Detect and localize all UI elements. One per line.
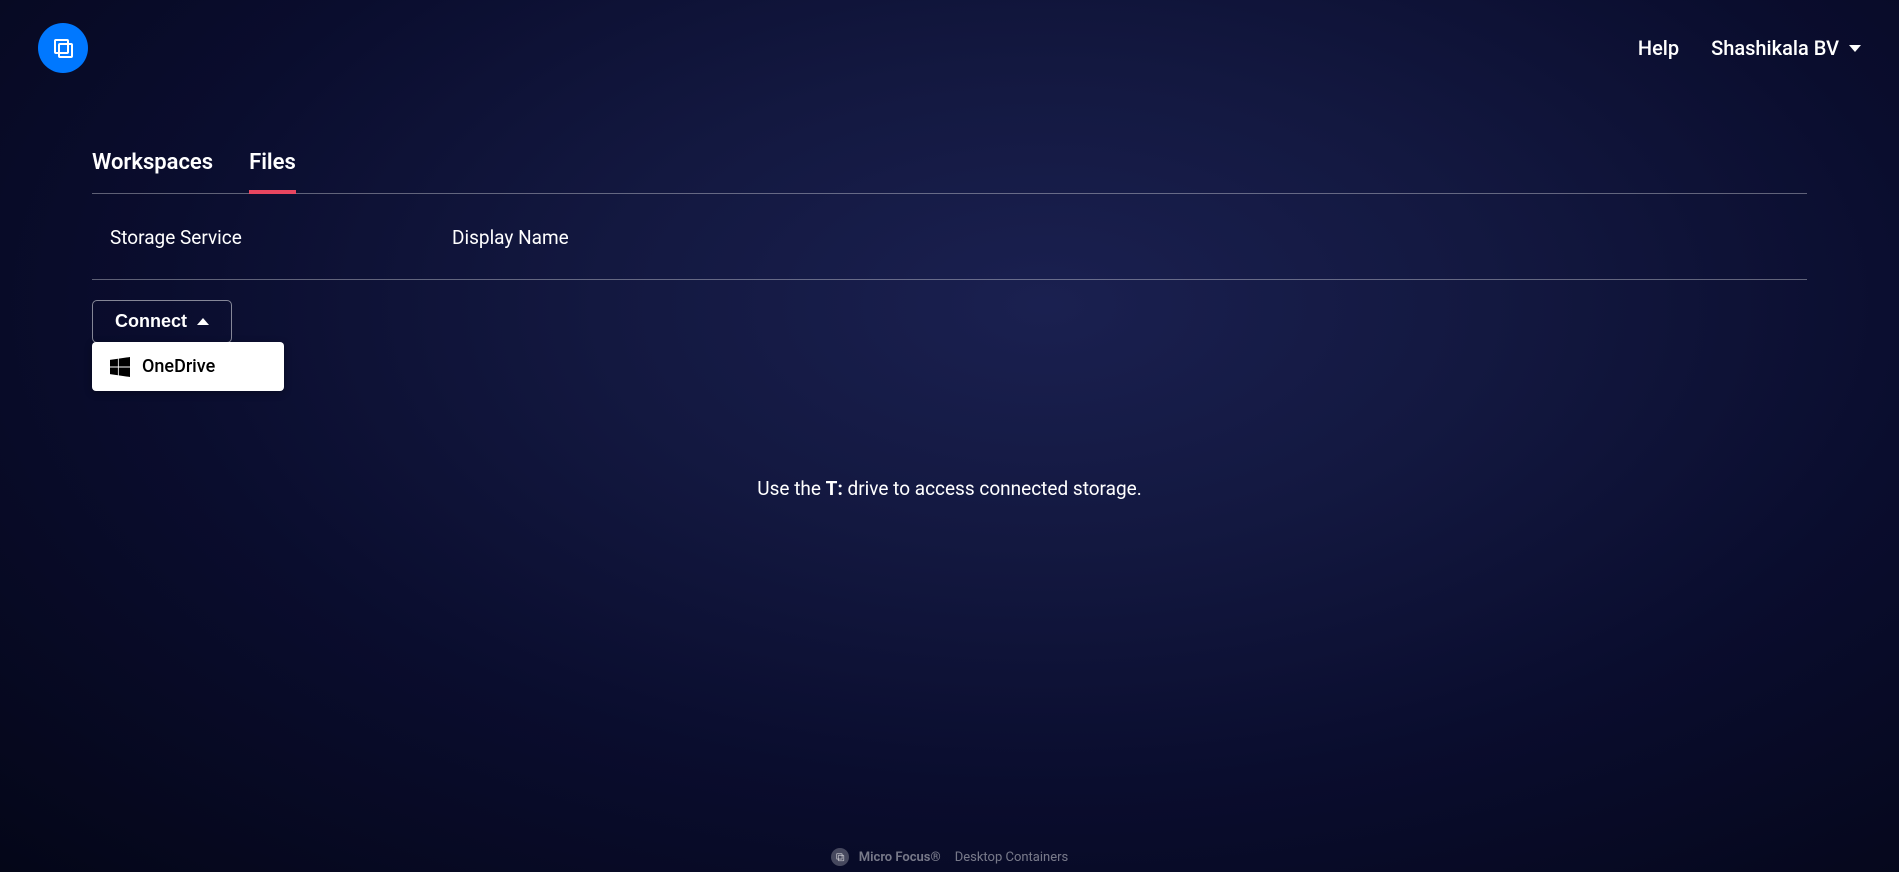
app-logo[interactable] bbox=[38, 23, 88, 73]
tab-workspaces[interactable]: Workspaces bbox=[92, 150, 213, 193]
footer-logo-icon bbox=[831, 848, 849, 866]
connect-button[interactable]: Connect bbox=[92, 300, 232, 343]
footer: Micro Focus® Desktop Containers bbox=[0, 848, 1899, 866]
user-name-label: Shashikala BV bbox=[1711, 36, 1839, 60]
dropdown-item-label: OneDrive bbox=[142, 356, 215, 377]
app-header: Help Shashikala BV bbox=[0, 0, 1899, 96]
tabs: Workspaces Files bbox=[92, 96, 1807, 194]
column-header-storage-service: Storage Service bbox=[110, 226, 452, 249]
chevron-down-icon bbox=[1849, 45, 1861, 52]
hint-text: Use the T: drive to access connected sto… bbox=[92, 477, 1807, 500]
column-header-display-name: Display Name bbox=[452, 226, 569, 249]
table-header-row: Storage Service Display Name bbox=[92, 194, 1807, 280]
hint-prefix: Use the bbox=[757, 477, 825, 500]
tab-files[interactable]: Files bbox=[249, 150, 296, 193]
main-content: Workspaces Files Storage Service Display… bbox=[0, 96, 1899, 500]
connect-button-label: Connect bbox=[115, 311, 187, 332]
header-right: Help Shashikala BV bbox=[1638, 36, 1861, 60]
chevron-up-icon bbox=[197, 318, 209, 325]
hint-suffix: drive to access connected storage. bbox=[843, 477, 1142, 500]
help-link[interactable]: Help bbox=[1638, 36, 1679, 60]
footer-company: Micro Focus® bbox=[859, 850, 941, 865]
connect-dropdown-menu: OneDrive bbox=[92, 342, 284, 391]
actions-row: Connect OneDrive bbox=[92, 280, 1807, 343]
footer-product: Desktop Containers bbox=[955, 850, 1069, 865]
layers-icon bbox=[51, 36, 75, 60]
windows-icon bbox=[110, 357, 130, 377]
hint-drive-letter: T: bbox=[826, 477, 843, 500]
user-menu[interactable]: Shashikala BV bbox=[1711, 36, 1861, 60]
dropdown-item-onedrive[interactable]: OneDrive bbox=[94, 344, 282, 389]
